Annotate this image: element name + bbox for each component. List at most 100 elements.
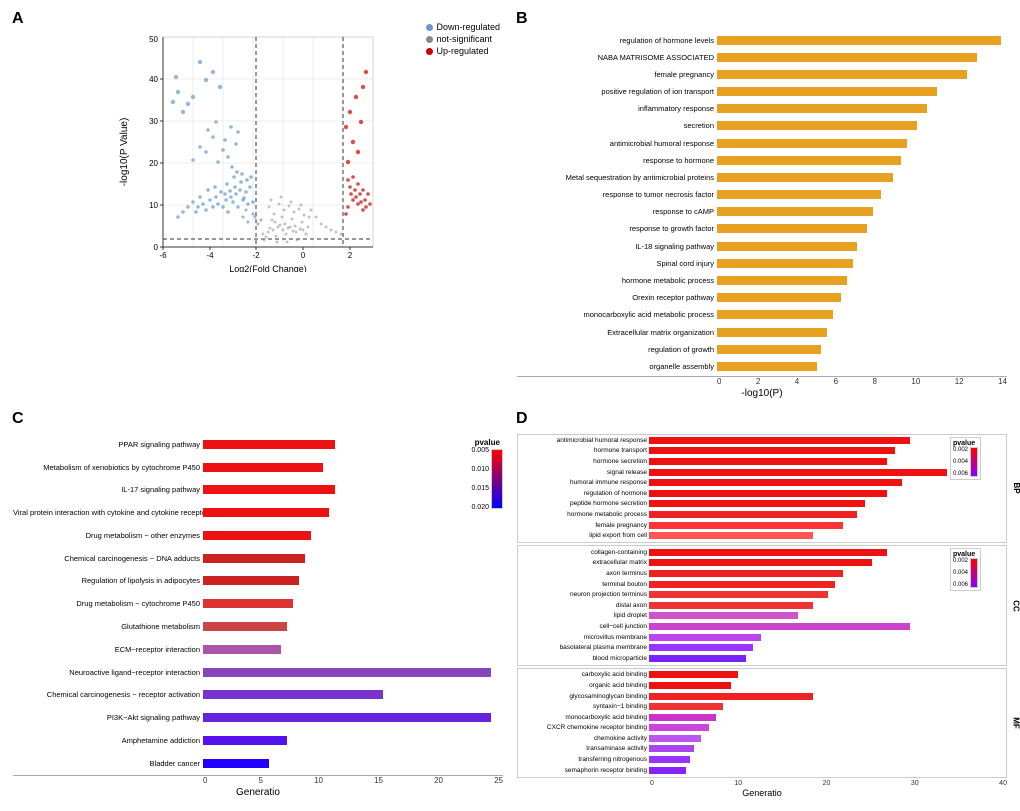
panel-b-bar-row: monocarboxylic acid metabolic process (517, 307, 1007, 323)
panel-c-bar (203, 554, 305, 563)
panel-d-bar (649, 703, 723, 710)
panel-d-bar-label: hormone secretion (519, 458, 649, 465)
panel-c-bar-label: Viral protein interaction with cytokine … (13, 508, 203, 517)
panel-c-bar-label: Glutathione metabolism (13, 622, 203, 631)
panel-b-bar-label: female pregnancy (517, 70, 717, 79)
panel-d-bar-row: semaphorin receptor binding (519, 765, 984, 775)
panel-c-bar-row: ECM−receptor interaction (13, 638, 503, 660)
panel-d-bar-label: CXCR chemokine receptor binding (519, 724, 649, 731)
panel-b-bar-label: antimicrobial humoral response (517, 139, 717, 148)
panel-c-bar-row: Drug metabolism − other enzymes (13, 525, 503, 547)
panel-b-label: B (516, 10, 528, 28)
panel-d-bar-label: lipid droplet (519, 612, 649, 619)
panel-b-bar-wrap (717, 272, 1007, 288)
panel-b-bar (717, 70, 967, 79)
panel-d-bar-label: carboxylic acid binding (519, 671, 649, 678)
legend-label-ns: not-significant (436, 34, 492, 44)
svg-text:-6: -6 (159, 251, 167, 260)
panel-c-bar-label: Drug metabolism − other enzymes (13, 531, 203, 540)
panel-d-bar-row: chemokine activity (519, 734, 984, 744)
panel-d-bar-label: semaphorin receptor binding (519, 767, 649, 774)
panel-c-bar (203, 531, 311, 540)
panel-d-bar-wrap (649, 691, 984, 701)
panel-c-bar-wrap (203, 593, 503, 615)
panel-b-bar-row: Spinal cord injury (517, 255, 1007, 271)
panel-a: A Down-regulated not-significant Up-regu… (8, 8, 508, 404)
panel-d-bar-wrap (649, 653, 984, 663)
panel-c-bar (203, 736, 287, 745)
panel-b-bar (717, 53, 977, 62)
panel-d-bar (649, 559, 872, 566)
panel-c-bar (203, 576, 299, 585)
panel-b-bar-wrap (717, 204, 1007, 220)
panel-c-bar-label: Metabolism of xenobiotics by cytochrome … (13, 463, 203, 472)
svg-text:20: 20 (149, 159, 158, 168)
panel-b-bar-wrap (717, 49, 1007, 65)
panel-b-bar-wrap (717, 135, 1007, 151)
legend-label-up: Up-regulated (436, 46, 488, 56)
down-regulated-dot (426, 24, 433, 31)
panel-b-bar (717, 224, 867, 233)
panel-d-bar-row: carboxylic acid binding (519, 670, 984, 680)
legend-item-up: Up-regulated (426, 46, 500, 56)
panel-d-bar-row: transaminase activity (519, 744, 984, 754)
panel-b-xlabel: -log10(P) (517, 388, 1007, 399)
panel-d-bar-row: organic acid binding (519, 681, 984, 691)
panel-d-bar (649, 500, 865, 507)
panel-d-bar-wrap (649, 611, 984, 621)
panel-c-bar-row: Viral protein interaction with cytokine … (13, 502, 503, 524)
panel-d-bar (649, 549, 887, 556)
panel-d-bar (649, 581, 835, 588)
legend-item-down: Down-regulated (426, 22, 500, 32)
legend-item-ns: not-significant (426, 34, 500, 44)
panel-d-bar-row: basolateral plasma membrane (519, 643, 984, 653)
panel-c-xlabel: Generatio (13, 787, 503, 798)
panel-b-bar-label: Spinal cord injury (517, 259, 717, 268)
panel-c-bar-wrap (203, 570, 503, 592)
panel-d-bp-bars: antimicrobial humoral responsehormone tr… (519, 436, 984, 542)
panel-d-bar (649, 724, 709, 731)
svg-text:0: 0 (154, 243, 159, 252)
panel-b-bar-row: Orexin receptor pathway (517, 290, 1007, 306)
panel-c-inner: PPAR signaling pathwayMetabolism of xeno… (13, 418, 503, 799)
panel-d-bar (649, 682, 731, 689)
panel-d-bar-label: signal release (519, 469, 649, 476)
panel-d-bar-label: hormone metabolic process (519, 511, 649, 518)
panel-d-bar-wrap (649, 702, 984, 712)
panel-d-bar (649, 522, 843, 529)
panel-b-bar (717, 156, 901, 165)
panel-d-bar-wrap (649, 569, 984, 579)
panel-d-bar (649, 623, 910, 630)
svg-text:30: 30 (149, 117, 158, 126)
panel-b-bar-row: Extracellular matrix organization (517, 324, 1007, 340)
panel-b-bar-label: inflammatory response (517, 104, 717, 113)
panel-b-bar-row: regulation of hormone levels (517, 32, 1007, 48)
up-regulated-dot (426, 48, 433, 55)
panel-d-bar (649, 735, 701, 742)
svg-text:2: 2 (348, 251, 353, 260)
panel-d-bar-label: basolateral plasma membrane (519, 644, 649, 651)
panel-d-bar-row: collagen-containing (519, 547, 984, 557)
panel-c-bar-row: Bladder cancer (13, 752, 503, 774)
panel-b-bar-wrap (717, 341, 1007, 357)
panel-d-bar-label: blood microparticle (519, 655, 649, 662)
panel-b-bar-row: response to hormone (517, 152, 1007, 168)
panel-c-bar-wrap (203, 616, 503, 638)
panel-c-bar-row: Amphetamine addiction (13, 729, 503, 751)
panel-d-bar (649, 671, 738, 678)
panel-c-bar-wrap (203, 729, 503, 751)
panel-c: C PPAR signaling pathwayMetabolism of xe… (8, 408, 508, 804)
panel-c-bar-wrap (203, 502, 503, 524)
panel-c-bar-row: IL-17 signaling pathway (13, 479, 503, 501)
panel-d-bar (649, 756, 690, 763)
panel-c-bar-label: Amphetamine addiction (13, 736, 203, 745)
figure-container: A Down-regulated not-significant Up-regu… (0, 0, 1020, 811)
panel-d-bar-wrap (649, 510, 984, 520)
svg-text:-4: -4 (206, 251, 214, 260)
panel-d-bar-label: monocarboxylic acid binding (519, 714, 649, 721)
panel-c-bar-label: Chemical carcinogenesis − DNA adducts (13, 554, 203, 563)
panel-b-bar (717, 190, 881, 199)
panel-d-bar-wrap (649, 478, 984, 488)
panel-d-bar-wrap (649, 457, 984, 467)
panel-b-bar-wrap (717, 101, 1007, 117)
